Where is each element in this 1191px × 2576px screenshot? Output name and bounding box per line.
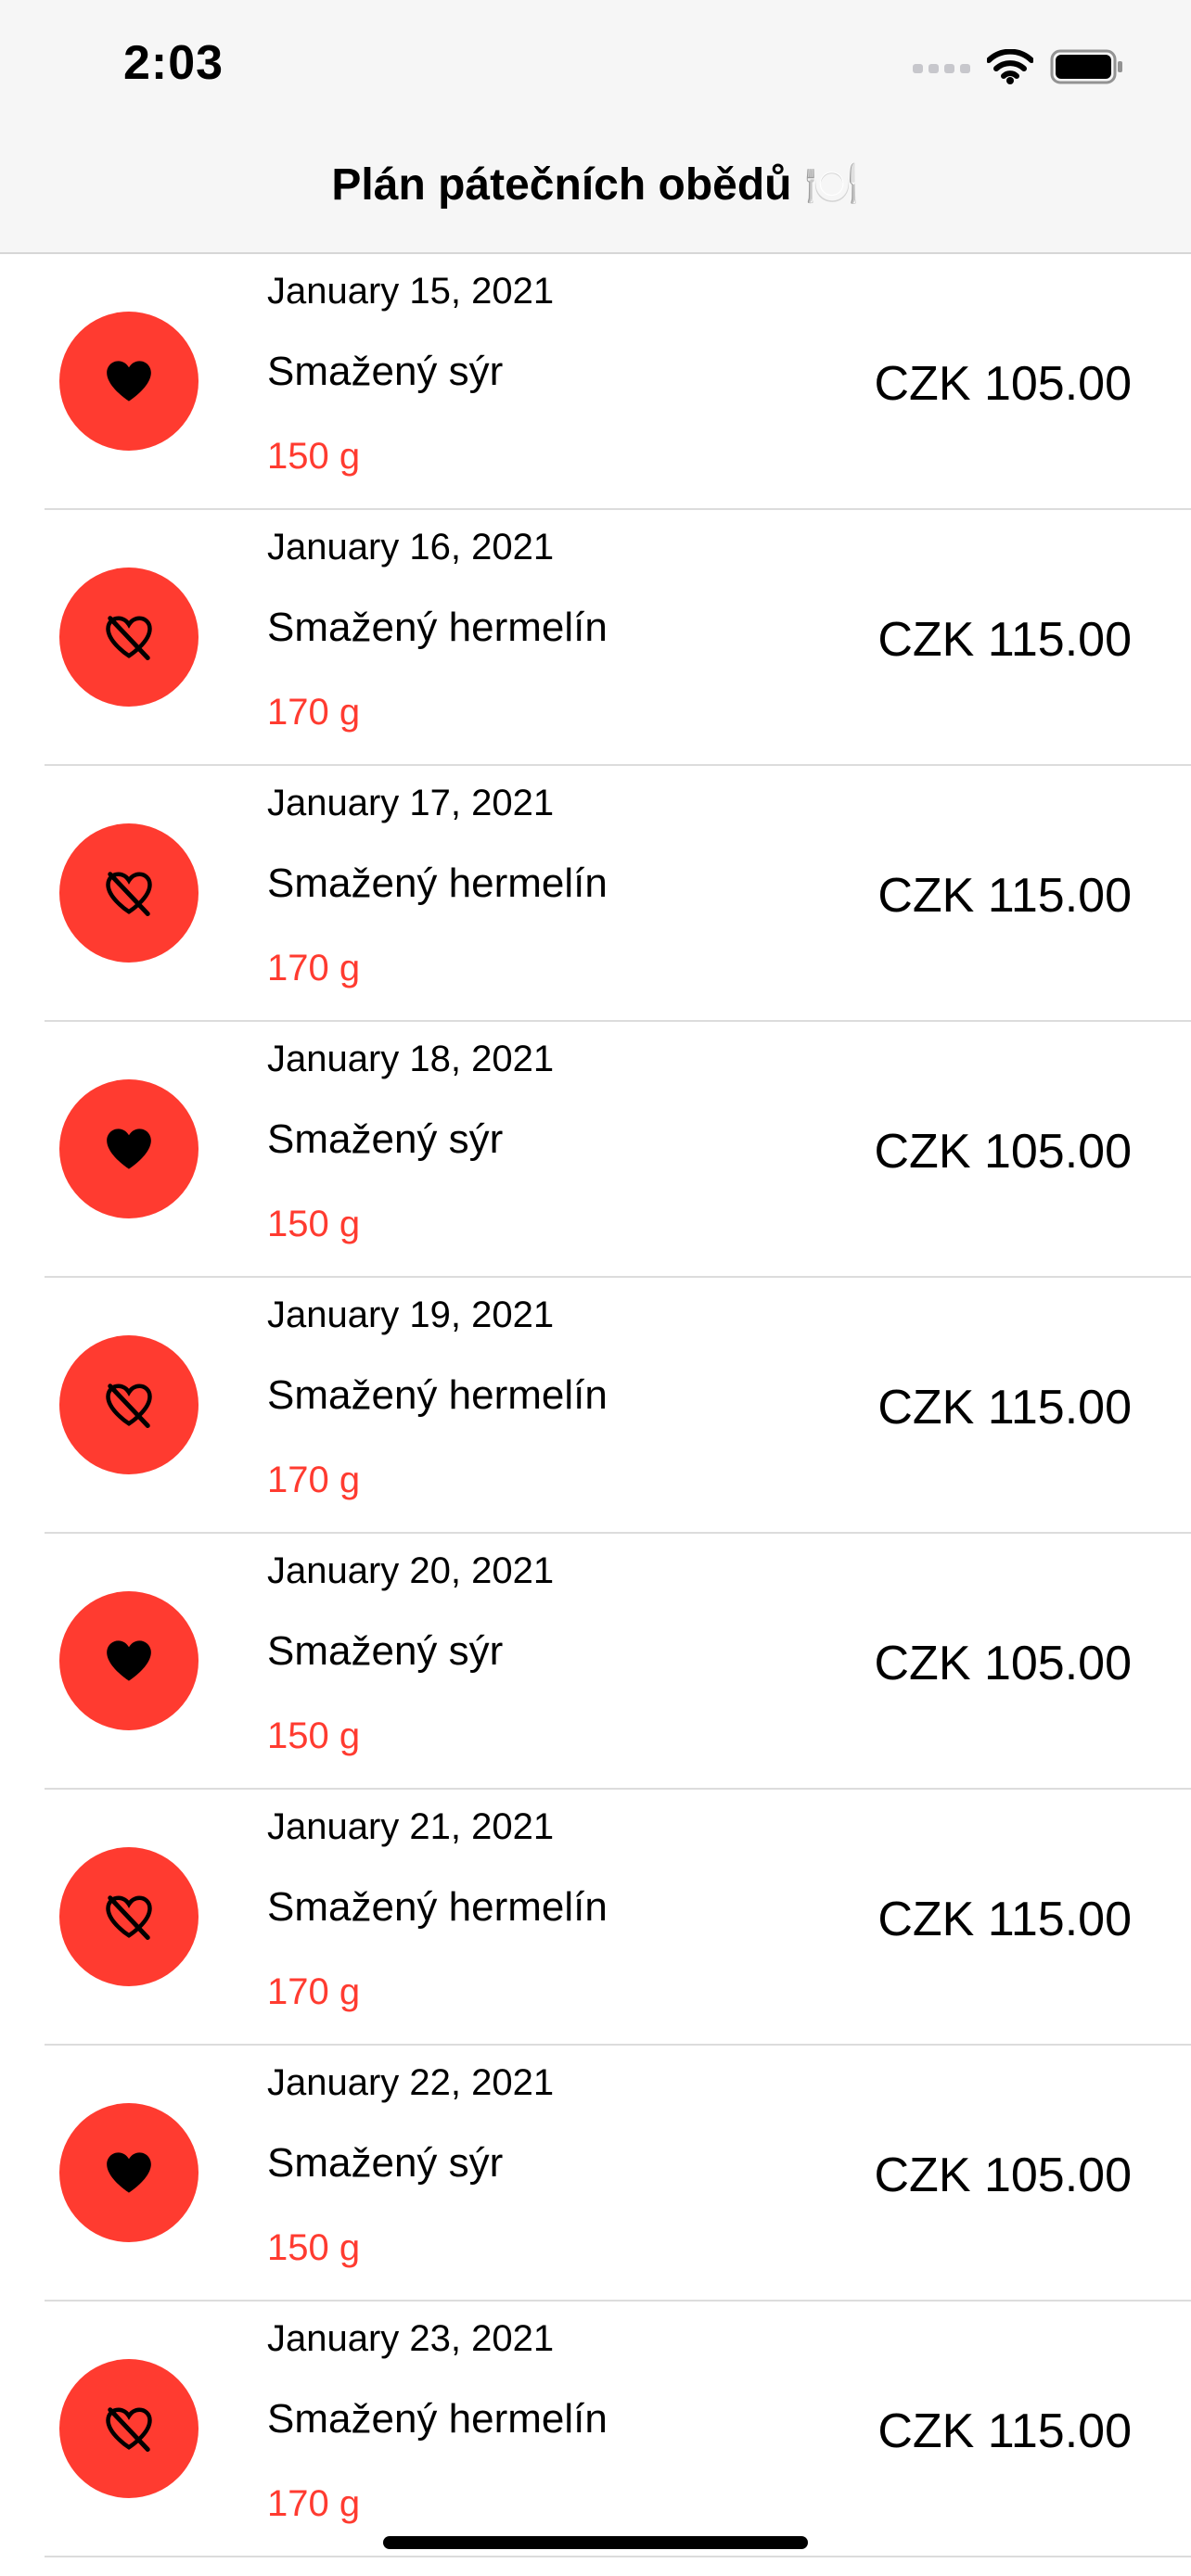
- item-name: Smažený hermelín: [267, 861, 608, 906]
- item-date: January 18, 2021: [267, 1039, 555, 1079]
- item-date: January 17, 2021: [267, 783, 555, 823]
- wifi-icon: [987, 49, 1033, 84]
- item-name: Smažený hermelín: [267, 1884, 608, 1930]
- item-weight: 150 g: [267, 436, 361, 477]
- list-item[interactable]: January 21, 2021 Smažený hermelín 170 g …: [0, 1790, 1191, 2046]
- status-time: 2:03: [123, 36, 224, 90]
- item-weight: 150 g: [267, 2227, 361, 2268]
- row-separator: [45, 2556, 1191, 2557]
- battery-icon: [1050, 49, 1122, 84]
- list-item[interactable]: January 16, 2021 Smažený hermelín 170 g …: [0, 510, 1191, 766]
- item-date: January 21, 2021: [267, 1806, 555, 1847]
- home-indicator[interactable]: [383, 2536, 808, 2549]
- favorite-badge[interactable]: [59, 1847, 198, 1986]
- item-price: CZK 105.00: [874, 2149, 1133, 2202]
- item-name: Smažený sýr: [267, 349, 504, 394]
- favorite-badge[interactable]: [59, 1079, 198, 1218]
- item-date: January 20, 2021: [267, 1550, 555, 1591]
- lunch-list: January 15, 2021 Smažený sýr 150 g CZK 1…: [0, 254, 1191, 2557]
- page-title: Plán pátečních obědů 🍽️: [331, 160, 860, 210]
- heart-icon: [107, 361, 151, 402]
- item-weight: 170 g: [267, 1460, 361, 1500]
- item-weight: 170 g: [267, 1971, 361, 2012]
- list-item[interactable]: January 22, 2021 Smažený sýr 150 g CZK 1…: [0, 2046, 1191, 2302]
- list-item[interactable]: January 17, 2021 Smažený hermelín 170 g …: [0, 766, 1191, 1022]
- item-name: Smažený sýr: [267, 1628, 504, 1674]
- heart-slash-icon: [106, 1895, 152, 1940]
- heart-slash-icon: [106, 1384, 152, 1428]
- favorite-badge[interactable]: [59, 1591, 198, 1730]
- item-date: January 19, 2021: [267, 1294, 555, 1335]
- favorite-badge[interactable]: [59, 1335, 198, 1474]
- item-weight: 150 g: [267, 1715, 361, 1756]
- list-item[interactable]: January 19, 2021 Smažený hermelín 170 g …: [0, 1278, 1191, 1534]
- item-date: January 15, 2021: [267, 271, 555, 312]
- item-weight: 170 g: [267, 948, 361, 988]
- cellular-signal-icon: [913, 64, 970, 73]
- item-name: Smažený sýr: [267, 1116, 504, 1162]
- item-price: CZK 105.00: [874, 1637, 1133, 1690]
- heart-slash-icon: [106, 616, 152, 660]
- item-date: January 16, 2021: [267, 527, 555, 567]
- navigation-bar: 2:03 Plán pátečních obědů 🍽️: [0, 0, 1191, 254]
- item-name: Smažený sýr: [267, 2140, 504, 2186]
- favorite-badge[interactable]: [59, 2103, 198, 2242]
- list-item[interactable]: January 15, 2021 Smažený sýr 150 g CZK 1…: [0, 254, 1191, 510]
- item-name: Smažený hermelín: [267, 1372, 608, 1418]
- item-price: CZK 115.00: [877, 613, 1132, 667]
- item-weight: 150 g: [267, 1204, 361, 1244]
- heart-icon: [107, 2152, 151, 2193]
- list-item[interactable]: January 18, 2021 Smažený sýr 150 g CZK 1…: [0, 1022, 1191, 1278]
- item-price: CZK 115.00: [877, 1381, 1132, 1435]
- item-price: CZK 115.00: [877, 2404, 1132, 2458]
- item-name: Smažený hermelín: [267, 2396, 608, 2442]
- list-item[interactable]: January 20, 2021 Smažený sýr 150 g CZK 1…: [0, 1534, 1191, 1790]
- item-weight: 170 g: [267, 2483, 361, 2524]
- favorite-badge[interactable]: [59, 823, 198, 963]
- heart-icon: [107, 1640, 151, 1681]
- item-date: January 23, 2021: [267, 2318, 555, 2359]
- item-price: CZK 105.00: [874, 1125, 1133, 1179]
- item-price: CZK 115.00: [877, 869, 1132, 923]
- item-weight: 170 g: [267, 692, 361, 733]
- item-date: January 22, 2021: [267, 2062, 555, 2103]
- favorite-badge[interactable]: [59, 312, 198, 451]
- heart-icon: [107, 1129, 151, 1169]
- status-icons: [913, 46, 1124, 87]
- heart-slash-icon: [106, 872, 152, 916]
- list-item[interactable]: January 23, 2021 Smažený hermelín 170 g …: [0, 2302, 1191, 2557]
- item-price: CZK 105.00: [874, 357, 1133, 411]
- item-name: Smažený hermelín: [267, 605, 608, 650]
- favorite-badge[interactable]: [59, 2359, 198, 2498]
- heart-slash-icon: [106, 2407, 152, 2452]
- favorite-badge[interactable]: [59, 567, 198, 707]
- item-price: CZK 115.00: [877, 1893, 1132, 1946]
